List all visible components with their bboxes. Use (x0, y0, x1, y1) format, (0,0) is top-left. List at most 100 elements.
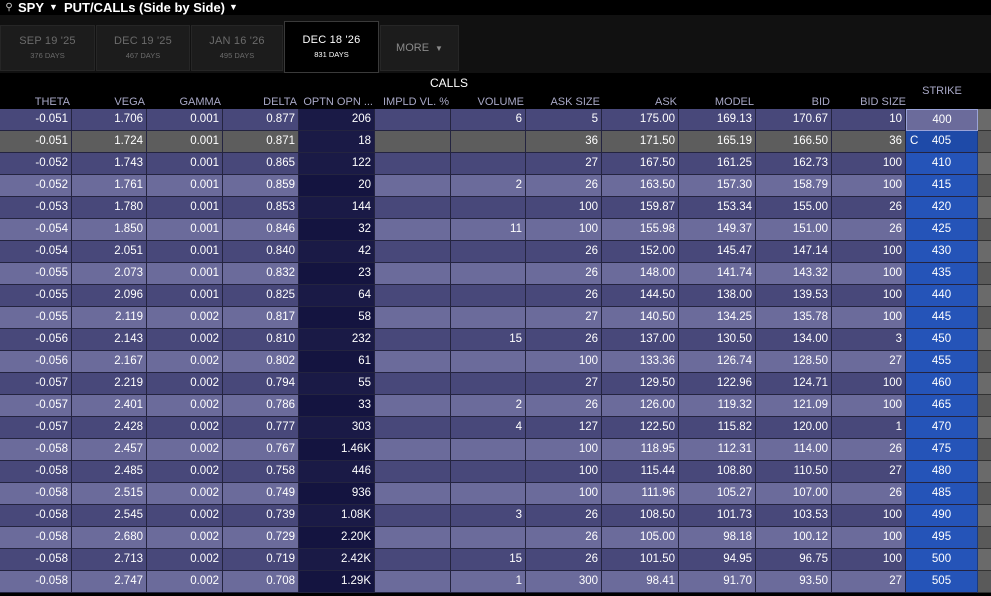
column-header-ask-size[interactable]: ASK SIZE (526, 96, 600, 108)
delta-cell[interactable]: 0.739 (223, 505, 299, 527)
column-header-vega[interactable]: VEGA (72, 96, 145, 108)
column-header-open-interest[interactable]: OPTN OPN ... (299, 96, 373, 108)
table-row[interactable]: -0.058 2.747 0.002 0.708 1.29K 1 300 98.41 91.70… (0, 571, 991, 593)
model-cell[interactable]: 126.74 (679, 351, 756, 373)
gamma-cell[interactable]: 0.002 (147, 461, 223, 483)
theta-cell[interactable]: -0.053 (0, 197, 72, 219)
theta-cell[interactable]: -0.058 (0, 483, 72, 505)
ask-size-cell[interactable]: 127 (526, 417, 602, 439)
gamma-cell[interactable]: 0.001 (147, 153, 223, 175)
bid-cell[interactable]: 166.50 (756, 131, 832, 153)
volume-cell[interactable] (451, 263, 526, 285)
open-interest-cell[interactable]: 1.46K (299, 439, 375, 461)
ask-size-cell[interactable]: 27 (526, 307, 602, 329)
volume-cell[interactable]: 2 (451, 175, 526, 197)
ask-size-cell[interactable]: 26 (526, 395, 602, 417)
open-interest-cell[interactable]: 33 (299, 395, 375, 417)
implied-vol-cell[interactable] (375, 241, 451, 263)
table-row[interactable]: -0.055 2.073 0.001 0.832 23 26 148.00 141.74 143… (0, 263, 991, 285)
bid-size-cell[interactable]: 100 (832, 307, 906, 329)
bid-cell[interactable]: 121.09 (756, 395, 832, 417)
ask-size-cell[interactable]: 100 (526, 483, 602, 505)
bid-cell[interactable]: 170.67 (756, 109, 832, 131)
bid-size-cell[interactable]: 100 (832, 285, 906, 307)
bid-cell[interactable]: 120.00 (756, 417, 832, 439)
implied-vol-cell[interactable] (375, 351, 451, 373)
column-header-gamma[interactable]: GAMMA (147, 96, 221, 108)
ask-cell[interactable]: 126.00 (602, 395, 679, 417)
bid-size-cell[interactable]: 27 (832, 351, 906, 373)
theta-cell[interactable]: -0.058 (0, 439, 72, 461)
model-cell[interactable]: 108.80 (679, 461, 756, 483)
gamma-cell[interactable]: 0.002 (147, 395, 223, 417)
ask-cell[interactable]: 167.50 (602, 153, 679, 175)
bid-cell[interactable]: 151.00 (756, 219, 832, 241)
strike-cell[interactable]: 455 (906, 351, 978, 373)
bid-size-cell[interactable]: 26 (832, 439, 906, 461)
open-interest-cell[interactable]: 23 (299, 263, 375, 285)
theta-cell[interactable]: -0.057 (0, 417, 72, 439)
volume-cell[interactable]: 11 (451, 219, 526, 241)
strike-cell[interactable]: C 405 (906, 131, 978, 153)
delta-cell[interactable]: 0.817 (223, 307, 299, 329)
gamma-cell[interactable]: 0.001 (147, 263, 223, 285)
implied-vol-cell[interactable] (375, 109, 451, 131)
table-row[interactable]: -0.058 2.545 0.002 0.739 1.08K 3 26 108.50 101.7… (0, 505, 991, 527)
bid-cell[interactable]: 155.00 (756, 197, 832, 219)
column-header-theta[interactable]: THETA (0, 96, 70, 108)
bid-cell[interactable]: 103.53 (756, 505, 832, 527)
vega-cell[interactable]: 1.850 (72, 219, 147, 241)
theta-cell[interactable]: -0.057 (0, 395, 72, 417)
theta-cell[interactable]: -0.055 (0, 307, 72, 329)
bid-size-cell[interactable]: 26 (832, 483, 906, 505)
gamma-cell[interactable]: 0.002 (147, 571, 223, 593)
bid-size-cell[interactable]: 26 (832, 197, 906, 219)
ask-cell[interactable]: 140.50 (602, 307, 679, 329)
ask-cell[interactable]: 144.50 (602, 285, 679, 307)
open-interest-cell[interactable]: 2.42K (299, 549, 375, 571)
strike-cell[interactable]: 420 (906, 197, 978, 219)
theta-cell[interactable]: -0.058 (0, 461, 72, 483)
bid-cell[interactable]: 128.50 (756, 351, 832, 373)
table-row[interactable]: -0.055 2.119 0.002 0.817 58 27 140.50 134.25 135… (0, 307, 991, 329)
strike-cell[interactable]: 425 (906, 219, 978, 241)
implied-vol-cell[interactable] (375, 285, 451, 307)
bid-size-cell[interactable]: 100 (832, 241, 906, 263)
ask-cell[interactable]: 133.36 (602, 351, 679, 373)
volume-cell[interactable]: 4 (451, 417, 526, 439)
ask-cell[interactable]: 163.50 (602, 175, 679, 197)
vega-cell[interactable]: 1.706 (72, 109, 147, 131)
theta-cell[interactable]: -0.051 (0, 109, 72, 131)
model-cell[interactable]: 141.74 (679, 263, 756, 285)
delta-cell[interactable]: 0.810 (223, 329, 299, 351)
bid-size-cell[interactable]: 100 (832, 395, 906, 417)
volume-cell[interactable]: 6 (451, 109, 526, 131)
ask-size-cell[interactable]: 26 (526, 241, 602, 263)
strike-cell[interactable]: 505 (906, 571, 978, 593)
bid-size-cell[interactable]: 36 (832, 131, 906, 153)
model-cell[interactable]: 119.32 (679, 395, 756, 417)
table-row[interactable]: -0.058 2.713 0.002 0.719 2.42K 15 26 101.50 94.9… (0, 549, 991, 571)
implied-vol-cell[interactable] (375, 571, 451, 593)
symbol-selector[interactable]: SPY (18, 0, 44, 15)
vega-cell[interactable]: 2.713 (72, 549, 147, 571)
open-interest-cell[interactable]: 61 (299, 351, 375, 373)
theta-cell[interactable]: -0.055 (0, 263, 72, 285)
bid-size-cell[interactable]: 3 (832, 329, 906, 351)
vega-cell[interactable]: 2.747 (72, 571, 147, 593)
tab-expiration-2[interactable]: DEC 19 '25 467 DAYS (96, 25, 190, 71)
bid-size-cell[interactable]: 1 (832, 417, 906, 439)
bid-cell[interactable]: 143.32 (756, 263, 832, 285)
bid-size-cell[interactable]: 10 (832, 109, 906, 131)
delta-cell[interactable]: 0.853 (223, 197, 299, 219)
table-row[interactable]: -0.058 2.515 0.002 0.749 936 100 111.96 105.27 1… (0, 483, 991, 505)
gamma-cell[interactable]: 0.002 (147, 417, 223, 439)
vega-cell[interactable]: 2.096 (72, 285, 147, 307)
volume-cell[interactable] (451, 153, 526, 175)
vega-cell[interactable]: 2.119 (72, 307, 147, 329)
vega-cell[interactable]: 2.143 (72, 329, 147, 351)
open-interest-cell[interactable]: 232 (299, 329, 375, 351)
ask-cell[interactable]: 101.50 (602, 549, 679, 571)
ask-size-cell[interactable]: 27 (526, 373, 602, 395)
strike-cell[interactable]: 465 (906, 395, 978, 417)
